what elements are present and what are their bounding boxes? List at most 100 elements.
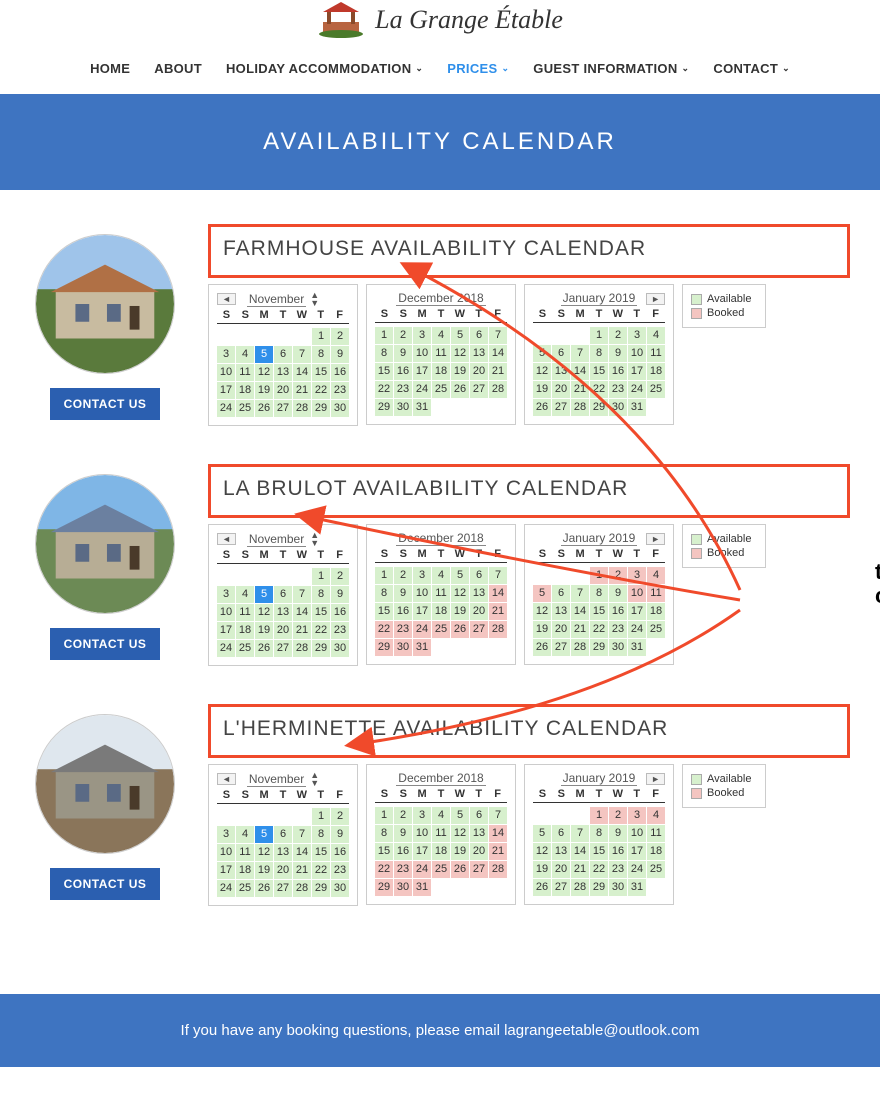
calendar-day[interactable]: 29: [590, 639, 608, 656]
calendar-day[interactable]: 29: [375, 639, 393, 656]
calendar-day[interactable]: 22: [590, 621, 608, 638]
calendar-day[interactable]: 7: [571, 825, 589, 842]
calendar-day[interactable]: 25: [647, 381, 665, 398]
calendar-day[interactable]: 26: [255, 640, 273, 657]
calendar-day[interactable]: 25: [647, 861, 665, 878]
calendar-day[interactable]: 3: [217, 826, 235, 843]
calendar-day[interactable]: 7: [489, 567, 507, 584]
calendar-day[interactable]: 30: [331, 640, 349, 657]
calendar-day[interactable]: 29: [312, 640, 330, 657]
calendar-day[interactable]: 15: [590, 843, 608, 860]
calendar-day[interactable]: 20: [274, 862, 292, 879]
calendar-day[interactable]: 15: [375, 843, 393, 860]
calendar-day[interactable]: 6: [274, 586, 292, 603]
calendar-day[interactable]: 28: [571, 639, 589, 656]
calendar-day[interactable]: 11: [432, 585, 450, 602]
calendar-day[interactable]: 14: [489, 585, 507, 602]
calendar-day[interactable]: 27: [274, 400, 292, 417]
calendar-day[interactable]: 14: [571, 843, 589, 860]
calendar-day[interactable]: 10: [217, 844, 235, 861]
calendar-day[interactable]: 29: [312, 880, 330, 897]
calendar-day[interactable]: 28: [293, 640, 311, 657]
calendar-day[interactable]: 16: [331, 364, 349, 381]
calendar-day[interactable]: 8: [312, 346, 330, 363]
calendar-day[interactable]: 1: [590, 327, 608, 344]
calendar-day[interactable]: 3: [217, 586, 235, 603]
calendar-day[interactable]: 29: [590, 399, 608, 416]
calendar-day[interactable]: 3: [628, 327, 646, 344]
contact-us-button[interactable]: CONTACT US: [50, 868, 161, 900]
calendar-day[interactable]: 20: [552, 381, 570, 398]
calendar-day[interactable]: 22: [590, 861, 608, 878]
calendar-day[interactable]: 16: [394, 843, 412, 860]
calendar-day[interactable]: 13: [274, 364, 292, 381]
calendar-day[interactable]: 20: [274, 622, 292, 639]
calendar-day[interactable]: 2: [331, 328, 349, 345]
calendar-day[interactable]: 21: [489, 363, 507, 380]
calendar-day[interactable]: 28: [489, 621, 507, 638]
calendar-day[interactable]: 18: [236, 622, 254, 639]
calendar-day[interactable]: 6: [470, 567, 488, 584]
calendar-day[interactable]: 15: [312, 364, 330, 381]
calendar-day[interactable]: 1: [312, 808, 330, 825]
calendar-day[interactable]: 15: [590, 363, 608, 380]
calendar-day[interactable]: 4: [647, 327, 665, 344]
calendar-day[interactable]: 30: [331, 400, 349, 417]
calendar-day[interactable]: 4: [236, 826, 254, 843]
calendar-day[interactable]: 16: [331, 844, 349, 861]
calendar-day[interactable]: 12: [451, 345, 469, 362]
calendar-day[interactable]: 11: [647, 345, 665, 362]
calendar-day[interactable]: 9: [331, 826, 349, 843]
calendar-day[interactable]: 17: [413, 843, 431, 860]
calendar-day[interactable]: 6: [274, 826, 292, 843]
calendar-day[interactable]: 12: [451, 585, 469, 602]
calendar-day[interactable]: 27: [274, 640, 292, 657]
calendar-day[interactable]: 14: [489, 825, 507, 842]
calendar-day[interactable]: 22: [312, 862, 330, 879]
calendar-day[interactable]: 14: [293, 364, 311, 381]
calendar-day[interactable]: 7: [293, 826, 311, 843]
calendar-day[interactable]: 10: [628, 345, 646, 362]
calendar-day[interactable]: 21: [571, 861, 589, 878]
calendar-day[interactable]: 20: [470, 363, 488, 380]
calendar-day[interactable]: 30: [609, 399, 627, 416]
calendar-day[interactable]: 8: [590, 345, 608, 362]
calendar-day[interactable]: 30: [394, 879, 412, 896]
calendar-day[interactable]: 21: [571, 621, 589, 638]
calendar-day[interactable]: 2: [394, 327, 412, 344]
calendar-day[interactable]: 16: [609, 843, 627, 860]
calendar-day[interactable]: 2: [609, 567, 627, 584]
calendar-day[interactable]: 1: [375, 327, 393, 344]
calendar-day[interactable]: 17: [413, 363, 431, 380]
nav-about[interactable]: ABOUT: [154, 61, 202, 76]
calendar-day[interactable]: 10: [413, 585, 431, 602]
calendar-day[interactable]: 9: [394, 825, 412, 842]
calendar-day[interactable]: 6: [552, 345, 570, 362]
calendar-day[interactable]: 31: [413, 639, 431, 656]
calendar-day[interactable]: 10: [413, 345, 431, 362]
calendar-day[interactable]: 5: [451, 327, 469, 344]
calendar-day[interactable]: 19: [533, 861, 551, 878]
calendar-day[interactable]: 16: [394, 363, 412, 380]
calendar-day[interactable]: 24: [217, 880, 235, 897]
calendar-day[interactable]: 3: [413, 807, 431, 824]
calendar-day[interactable]: 3: [628, 807, 646, 824]
calendar-day[interactable]: 31: [628, 879, 646, 896]
calendar-day[interactable]: 18: [236, 382, 254, 399]
calendar-day[interactable]: 14: [293, 844, 311, 861]
calendar-day[interactable]: 22: [312, 622, 330, 639]
calendar-day[interactable]: 19: [451, 363, 469, 380]
calendar-day[interactable]: 9: [609, 585, 627, 602]
calendar-day[interactable]: 13: [470, 585, 488, 602]
calendar-day[interactable]: 6: [470, 807, 488, 824]
calendar-day[interactable]: 4: [432, 327, 450, 344]
calendar-day[interactable]: 23: [609, 861, 627, 878]
contact-us-button[interactable]: CONTACT US: [50, 628, 161, 660]
calendar-day[interactable]: 1: [375, 807, 393, 824]
calendar-day[interactable]: 11: [432, 825, 450, 842]
calendar-day[interactable]: 3: [628, 567, 646, 584]
calendar-day[interactable]: 3: [217, 346, 235, 363]
calendar-day[interactable]: 26: [255, 880, 273, 897]
calendar-day[interactable]: 27: [470, 861, 488, 878]
nav-prices[interactable]: PRICES ⌄: [447, 61, 509, 76]
